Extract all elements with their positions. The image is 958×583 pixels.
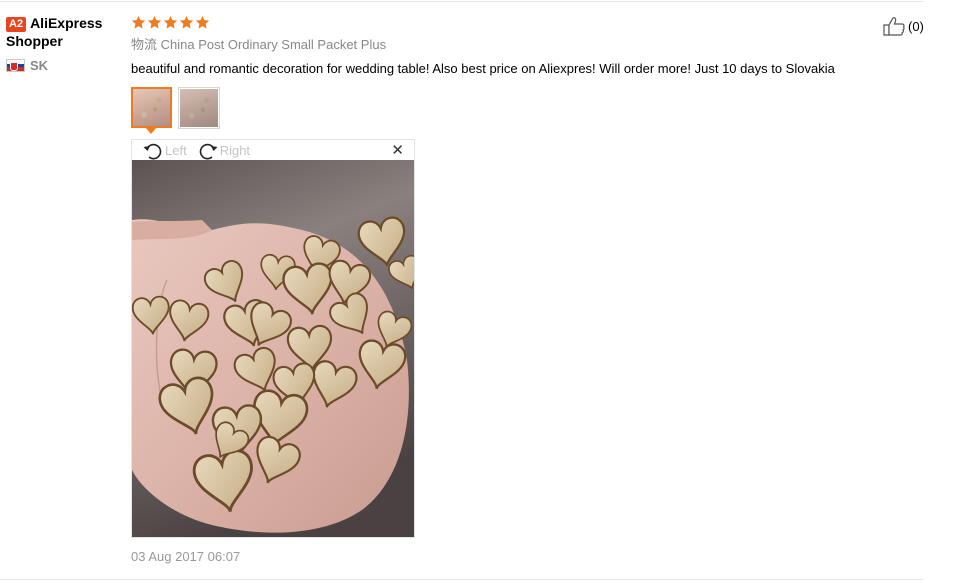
review-text: beautiful and romantic decoration for we…: [131, 61, 835, 76]
rotate-right-label: Right: [219, 143, 251, 158]
review-body: 物流 China Post Ordinary Small Packet Plus…: [131, 14, 921, 129]
rotate-left-icon: [143, 143, 162, 159]
review-item: A2 AliExpress Shopper SK 物流 China Post Or…: [0, 0, 958, 583]
reviewer-country: SK: [6, 58, 124, 73]
star-icon: [147, 15, 162, 29]
viewer-toolbar: Left Right ✕: [132, 140, 414, 161]
review-photo-image: [132, 160, 414, 537]
reviewer-info: A2 AliExpress Shopper SK: [6, 14, 124, 73]
buyer-level-badge: A2: [6, 17, 27, 32]
country-code: SK: [30, 58, 49, 73]
reviewer-name-line: A2 AliExpress Shopper: [6, 14, 124, 50]
rotate-right-button[interactable]: Right: [197, 141, 250, 161]
star-icon: [163, 15, 178, 29]
slovakia-flag-icon: [6, 59, 25, 72]
rotate-left-button[interactable]: Left: [142, 141, 187, 161]
star-icon: [195, 15, 210, 29]
divider-bottom: [0, 579, 924, 580]
shipping-method: China Post Ordinary Small Packet Plus: [160, 37, 387, 52]
review-date: 03 Aug 2017 06:07: [131, 549, 241, 564]
star-icon: [131, 15, 146, 29]
photo-thumbnail-1[interactable]: [131, 87, 172, 128]
close-icon[interactable]: ✕: [391, 143, 404, 158]
shipping-info: 物流 China Post Ordinary Small Packet Plus: [131, 36, 921, 54]
divider-top: [0, 1, 924, 2]
photo-viewer: Left Right ✕: [131, 139, 415, 538]
rotate-left-label: Left: [165, 143, 187, 158]
review-photo: [132, 160, 414, 537]
star-icon: [179, 15, 194, 29]
photo-thumbnails: [131, 87, 921, 129]
shipping-prefix: 物流: [131, 37, 158, 52]
active-thumbnail-pointer-icon: [145, 127, 157, 134]
photo-thumbnail-2[interactable]: [178, 87, 220, 129]
rotate-right-icon: [199, 143, 218, 159]
helpful-button[interactable]: (0): [882, 16, 924, 36]
helpful-count: (0): [908, 18, 924, 34]
thumbs-up-icon: [883, 17, 905, 36]
star-rating: [131, 14, 921, 31]
